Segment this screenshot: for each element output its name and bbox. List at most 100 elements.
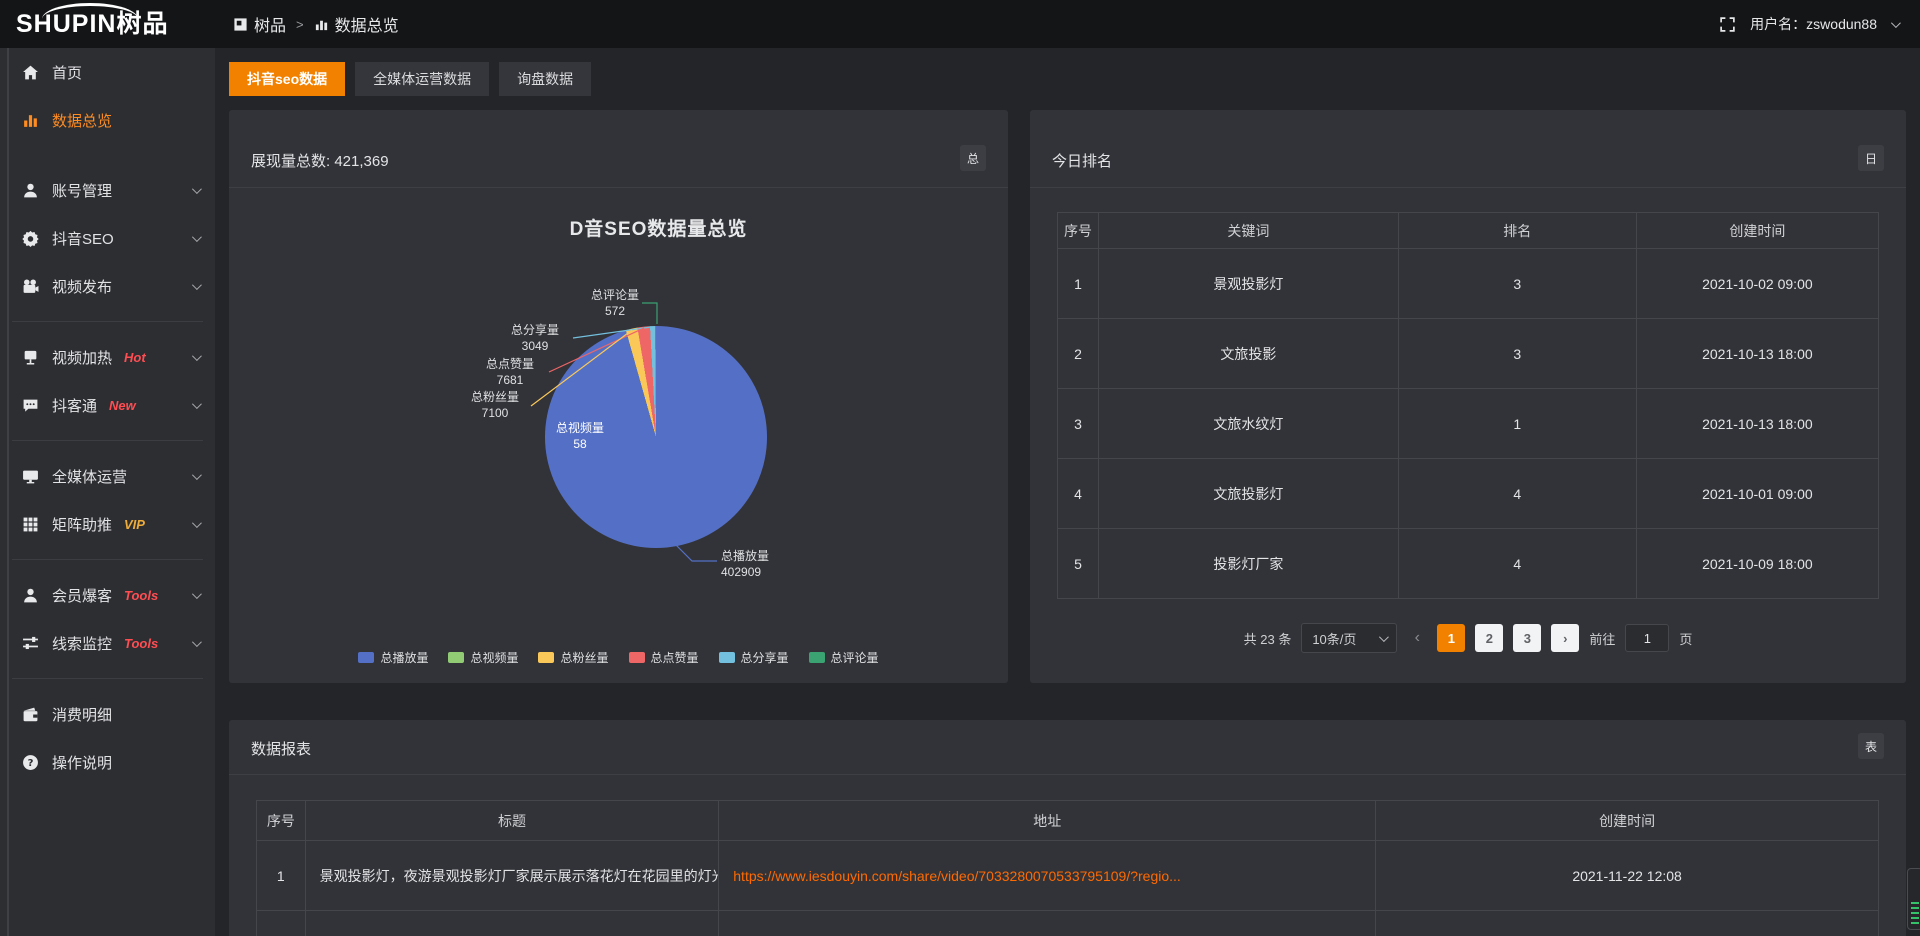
sidebar-item-matrix-boost[interactable]: 矩阵助推 VIP	[0, 500, 215, 548]
next-page-button[interactable]: ›	[1551, 624, 1579, 652]
page-button-1[interactable]: 1	[1437, 624, 1465, 652]
col-title: 标题	[305, 801, 719, 841]
breadcrumb-root[interactable]: 树品	[233, 12, 286, 36]
tab-inquiry-data[interactable]: 询盘数据	[499, 62, 591, 96]
floating-widget[interactable]	[1907, 868, 1920, 930]
sidebar-item-label: 矩阵助推	[52, 514, 112, 535]
user-chevron-down-icon[interactable]	[1891, 18, 1901, 28]
goto-unit-label: 页	[1679, 629, 1692, 648]
pie-label-shares: 总分享量3049	[485, 322, 585, 354]
chart-card-header: 展现量总数: 421,369 总	[229, 110, 1008, 188]
page-button-2[interactable]: 2	[1475, 624, 1503, 652]
chat-bubble-icon	[22, 397, 39, 414]
chart-legend: 总播放量 总视频量 总粉丝量 总点赞量 总分享量 总评论量	[229, 649, 1008, 666]
video-camera-icon	[22, 278, 39, 295]
user-icon	[22, 182, 39, 199]
breadcrumb-current[interactable]: 数据总览	[314, 12, 399, 36]
col-no: 序号	[1058, 213, 1099, 249]
pie-chart-area: D音SEO数据量总览 总评论量572 总分享量3049	[229, 188, 1008, 682]
chevron-down-icon	[192, 518, 202, 528]
tab-douyin-seo-data[interactable]: 抖音seo数据	[229, 62, 345, 96]
sidebar-item-data-overview[interactable]: 数据总览	[0, 96, 215, 144]
legend-swatch	[629, 652, 645, 663]
prev-page-button[interactable]: ‹	[1407, 629, 1427, 647]
total-badge[interactable]: 总	[960, 145, 986, 171]
main-content: 抖音seo数据 全媒体运营数据 询盘数据 展现量总数: 421,369 总 D音…	[215, 48, 1920, 936]
chevron-down-icon	[192, 589, 202, 599]
table-row[interactable]: 5 投影灯厂家 4 2021-10-09 18:00	[1058, 529, 1879, 599]
sidebar-item-member-burst[interactable]: 会员爆客 Tools	[0, 571, 215, 619]
sidebar-item-label: 视频加热	[52, 347, 112, 368]
legend-item-plays[interactable]: 总播放量	[358, 649, 428, 666]
sidebar-divider	[12, 321, 203, 322]
sidebar-item-label: 会员爆客	[52, 585, 112, 606]
table-row[interactable]: 2 文旅投影 3 2021-10-13 18:00	[1058, 319, 1879, 389]
sidebar-item-account-management[interactable]: 账号管理	[0, 166, 215, 214]
chart-title: D音SEO数据量总览	[309, 214, 1008, 241]
sidebar-divider	[12, 678, 203, 679]
bar-chart-icon	[22, 112, 39, 129]
bar-chart-icon	[314, 17, 329, 32]
report-table: 序号 标题 地址 创建时间 1 景观投影灯，夜游景观投影灯厂家展示展示落花灯在花…	[256, 800, 1879, 936]
total-count-label: 共 23 条	[1244, 629, 1292, 648]
sidebar-item-instructions[interactable]: ? 操作说明	[0, 738, 215, 786]
svg-text:?: ?	[28, 758, 34, 769]
breadcrumb: 树品 > 数据总览	[233, 12, 399, 36]
breadcrumb-current-label: 数据总览	[335, 12, 399, 36]
legend-item-videos[interactable]: 总视频量	[448, 649, 518, 666]
col-keyword: 关键词	[1099, 213, 1399, 249]
wallet-icon	[22, 706, 39, 723]
sidebar-item-label: 操作说明	[52, 752, 112, 773]
legend-item-fans[interactable]: 总粉丝量	[538, 649, 608, 666]
table-row[interactable]: 3 文旅水纹灯 1 2021-10-13 18:00	[1058, 389, 1879, 459]
chevron-down-icon	[192, 351, 202, 361]
brand-logo[interactable]: SHUPIN树品	[0, 0, 215, 48]
sidebar-item-video-heating[interactable]: 视频加热 Hot	[0, 333, 215, 381]
legend-item-comments[interactable]: 总评论量	[809, 649, 879, 666]
new-badge: New	[109, 398, 136, 413]
sidebar-item-doketong[interactable]: 抖客通 New	[0, 381, 215, 429]
sidebar-item-label: 首页	[52, 62, 82, 83]
sidebar-item-consumption-details[interactable]: 消费明细	[0, 690, 215, 738]
topbar: SHUPIN树品 树品 > 数据总览 用户名：zswodun88	[0, 0, 1920, 48]
report-table-wrap: 序号 标题 地址 创建时间 1 景观投影灯，夜游景观投影灯厂家展示展示落花灯在花…	[256, 800, 1879, 936]
sidebar-item-douyin-seo[interactable]: 抖音SEO	[0, 214, 215, 262]
sidebar-item-label: 视频发布	[52, 276, 112, 297]
page-size-select[interactable]: 10条/页	[1301, 623, 1397, 653]
chevron-down-icon	[192, 637, 202, 647]
tab-all-media-data[interactable]: 全媒体运营数据	[355, 62, 489, 96]
table-badge[interactable]: 表	[1858, 733, 1884, 759]
sidebar-spacer	[0, 144, 215, 166]
sidebar-item-video-publish[interactable]: 视频发布	[0, 262, 215, 310]
pagination: 共 23 条 10条/页 ‹ 1 2 3 › 前往 页	[1030, 623, 1906, 653]
goto-page-input[interactable]	[1625, 624, 1669, 652]
page-button-3[interactable]: 3	[1513, 624, 1541, 652]
hot-badge: Hot	[124, 350, 146, 365]
fullscreen-icon[interactable]	[1719, 16, 1736, 33]
vip-badge: VIP	[124, 517, 145, 532]
legend-swatch	[358, 652, 374, 663]
table-row[interactable]: 1 景观投影灯，夜游景观投影灯厂家展示展示落花灯在花园里的灯光投影应用效果 # …	[257, 841, 1879, 911]
table-row[interactable]: 1 景观投影灯 3 2021-10-02 09:00	[1058, 249, 1879, 319]
video-link[interactable]: https://www.iesdouyin.com/share/video/70…	[719, 841, 1376, 911]
impressions-total-label: 展现量总数: 421,369	[251, 150, 389, 171]
username-label[interactable]: 用户名：zswodun88	[1750, 14, 1877, 34]
breadcrumb-root-label: 树品	[254, 12, 286, 36]
legend-item-shares[interactable]: 总分享量	[719, 649, 789, 666]
sidebar-item-all-media-operation[interactable]: 全媒体运营	[0, 452, 215, 500]
sidebar-divider	[12, 440, 203, 441]
breadcrumb-separator: >	[296, 17, 304, 32]
tab-bar: 抖音seo数据 全媒体运营数据 询盘数据	[229, 62, 1906, 96]
table-row[interactable]: 4 文旅投影灯 4 2021-10-01 09:00	[1058, 459, 1879, 529]
report-card-header: 数据报表 表	[229, 720, 1906, 775]
pie-label-comments: 总评论量572	[565, 287, 665, 319]
legend-item-likes[interactable]: 总点赞量	[629, 649, 699, 666]
impressions-chart-card: 展现量总数: 421,369 总 D音SEO数据量总览 总评论量572	[229, 110, 1008, 683]
sidebar-item-home[interactable]: 首页	[0, 48, 215, 96]
video-title-cell: 景观投影灯，夜游景观投影灯厂家展示展示落花灯在花园里的灯光投影应用效果 #	[305, 841, 719, 911]
sidebar-item-lead-monitoring[interactable]: 线索监控 Tools	[0, 619, 215, 667]
day-badge[interactable]: 日	[1858, 145, 1884, 171]
floating-widget-stripes	[1911, 902, 1919, 924]
person-icon	[22, 587, 39, 604]
select-chevron-down-icon	[1379, 632, 1389, 642]
